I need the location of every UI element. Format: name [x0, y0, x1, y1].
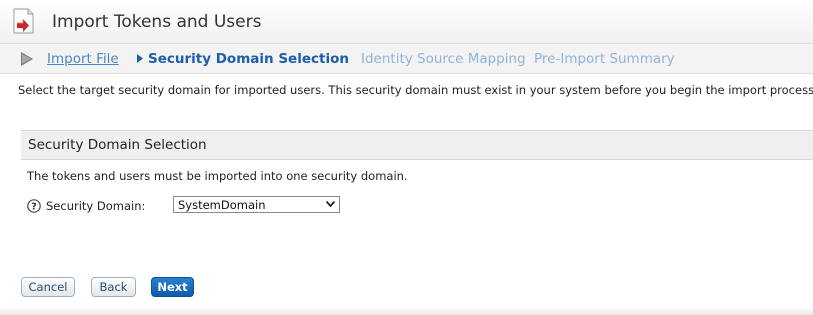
wizard-steps: Import File Security Domain Selection Id… [0, 44, 813, 74]
security-domain-select[interactable]: SystemDomain [173, 196, 340, 213]
cancel-button[interactable]: Cancel [21, 277, 75, 297]
wizard-step-security-domain-selection: Security Domain Selection [148, 51, 349, 67]
section-title: Security Domain Selection [28, 137, 207, 153]
page-title: Import Tokens and Users [52, 12, 262, 32]
next-button[interactable]: Next [151, 277, 194, 297]
bottom-edge [0, 307, 813, 315]
wizard-step-identity-source-mapping: Identity Source Mapping [361, 51, 526, 67]
import-document-icon [13, 8, 34, 34]
wizard-step-pre-import-summary: Pre-Import Summary [534, 51, 675, 67]
instruction-text: Select the target security domain for im… [18, 83, 813, 97]
current-step-arrow-icon [137, 54, 143, 63]
section-description: The tokens and users must be imported in… [27, 169, 408, 183]
security-domain-value: SystemDomain [178, 198, 266, 212]
wizard-step-import-file[interactable]: Import File [47, 51, 119, 67]
chevron-down-icon [326, 201, 335, 207]
security-domain-label: Security Domain: [46, 199, 146, 213]
title-bar: Import Tokens and Users [0, 0, 813, 44]
play-icon [21, 52, 33, 66]
back-button[interactable]: Back [91, 277, 136, 297]
svg-text:?: ? [31, 202, 37, 213]
section-header: Security Domain Selection [21, 130, 813, 160]
help-icon[interactable]: ? [27, 199, 41, 213]
